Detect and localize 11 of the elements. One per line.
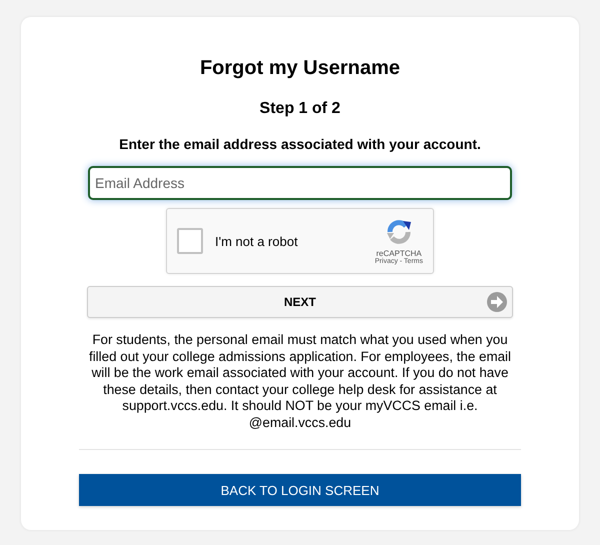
help-text: For students, the personal email must match what you used when you filled out your college admissions application. For employees, the email will be the work email associated with your account. If you do not have these details, then contact your college help desk for assistance at support.vccs.edu. It should NOT be your myVCCS email i.e. @email.vccs.edu (88, 332, 512, 431)
email-field[interactable]: Email Address (88, 166, 512, 200)
captcha-brand: reCAPTCHA (376, 249, 422, 258)
arrow-right-icon (487, 292, 507, 312)
page-title: Forgot my Username (200, 57, 400, 80)
captcha-label: I'm not a robot (215, 234, 299, 248)
step-indicator: Step 1 of 2 (260, 100, 340, 118)
captcha-checkbox[interactable] (177, 228, 203, 254)
instruction-text: Enter the email address associated with your account. (119, 136, 481, 152)
back-to-login-button[interactable]: BACK TO LOGIN SCREEN (79, 474, 521, 506)
next-button[interactable]: NEXT (87, 286, 513, 318)
